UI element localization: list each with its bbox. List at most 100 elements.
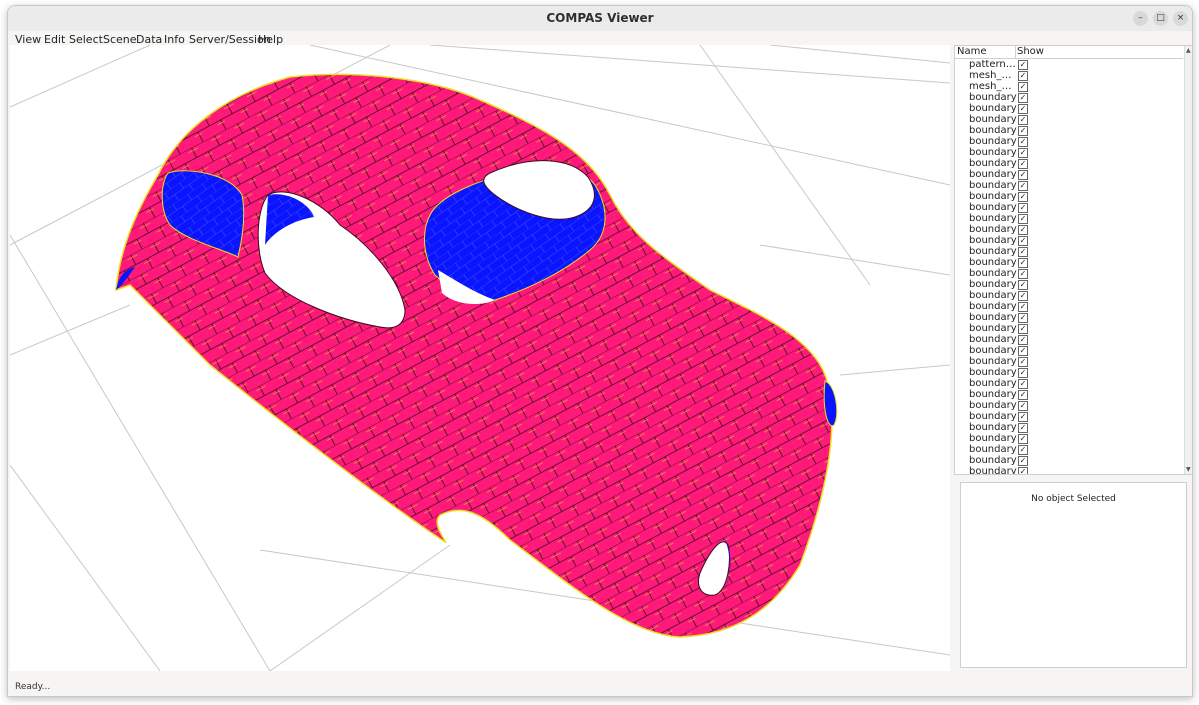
tree-row-name: boundary: [969, 235, 1017, 246]
show-checkbox[interactable]: ✓: [1018, 357, 1028, 367]
tree-row[interactable]: boundary ✓: [955, 158, 1183, 169]
tree-row[interactable]: boundary ✓: [955, 125, 1183, 136]
show-checkbox[interactable]: ✓: [1018, 148, 1028, 158]
column-divider[interactable]: [1015, 46, 1016, 58]
show-checkbox[interactable]: ✓: [1018, 71, 1028, 81]
tree-row[interactable]: boundary ✓: [955, 213, 1183, 224]
show-checkbox[interactable]: ✓: [1018, 115, 1028, 125]
show-checkbox[interactable]: ✓: [1018, 159, 1028, 169]
tree-row[interactable]: boundary ✓: [955, 268, 1183, 279]
show-checkbox[interactable]: ✓: [1018, 423, 1028, 433]
tree-row[interactable]: boundary ✓: [955, 356, 1183, 367]
show-checkbox[interactable]: ✓: [1018, 434, 1028, 444]
show-checkbox[interactable]: ✓: [1018, 93, 1028, 103]
tree-row[interactable]: boundary ✓: [955, 114, 1183, 125]
show-checkbox[interactable]: ✓: [1018, 137, 1028, 147]
show-checkbox[interactable]: ✓: [1018, 390, 1028, 400]
show-checkbox[interactable]: ✓: [1018, 324, 1028, 334]
tree-row-name: boundary: [969, 114, 1017, 125]
tree-row[interactable]: boundary ✓: [955, 235, 1183, 246]
tree-row[interactable]: mesh_m… ✓: [955, 81, 1183, 92]
name-column-header[interactable]: Name: [957, 46, 987, 57]
tree-row[interactable]: boundary ✓: [955, 290, 1183, 301]
show-checkbox[interactable]: ✓: [1018, 126, 1028, 136]
title-bar[interactable]: COMPAS Viewer – □ ×: [8, 6, 1192, 32]
tree-row[interactable]: boundary ✓: [955, 466, 1183, 474]
tree-row[interactable]: boundary ✓: [955, 279, 1183, 290]
close-button[interactable]: ×: [1173, 11, 1188, 26]
show-checkbox[interactable]: ✓: [1018, 269, 1028, 279]
tree-row-name: boundary: [969, 191, 1017, 202]
tree-row-name: boundary: [969, 257, 1017, 268]
show-checkbox[interactable]: ✓: [1018, 401, 1028, 411]
show-checkbox[interactable]: ✓: [1018, 445, 1028, 455]
show-checkbox[interactable]: ✓: [1018, 236, 1028, 246]
show-column-header[interactable]: Show: [1017, 46, 1044, 57]
tree-row[interactable]: boundary ✓: [955, 191, 1183, 202]
tree-row[interactable]: boundary ✓: [955, 455, 1183, 466]
tree-row[interactable]: boundary ✓: [955, 345, 1183, 356]
tree-row[interactable]: boundary ✓: [955, 389, 1183, 400]
show-checkbox[interactable]: ✓: [1018, 467, 1028, 474]
tree-row[interactable]: boundary ✓: [955, 323, 1183, 334]
show-checkbox[interactable]: ✓: [1018, 291, 1028, 301]
tree-row[interactable]: boundary ✓: [955, 444, 1183, 455]
show-checkbox[interactable]: ✓: [1018, 203, 1028, 213]
show-checkbox[interactable]: ✓: [1018, 368, 1028, 378]
show-checkbox[interactable]: ✓: [1018, 280, 1028, 290]
tree-row[interactable]: boundary ✓: [955, 180, 1183, 191]
tree-row[interactable]: boundary ✓: [955, 334, 1183, 345]
show-checkbox[interactable]: ✓: [1018, 379, 1028, 389]
show-checkbox[interactable]: ✓: [1018, 170, 1028, 180]
show-checkbox[interactable]: ✓: [1018, 225, 1028, 235]
tree-row[interactable]: boundary ✓: [955, 433, 1183, 444]
tree-row-name: boundary: [969, 356, 1017, 367]
show-checkbox[interactable]: ✓: [1018, 214, 1028, 224]
tree-row[interactable]: boundary ✓: [955, 411, 1183, 422]
show-checkbox[interactable]: ✓: [1018, 181, 1028, 191]
tree-row[interactable]: boundary ✓: [955, 378, 1183, 389]
tree-row[interactable]: boundary ✓: [955, 367, 1183, 378]
scroll-up-icon[interactable]: ▲: [1186, 47, 1191, 54]
show-checkbox[interactable]: ✓: [1018, 335, 1028, 345]
tree-row[interactable]: boundary ✓: [955, 136, 1183, 147]
tree-row[interactable]: boundary ✓: [955, 169, 1183, 180]
tree-row-name: boundary: [969, 202, 1017, 213]
tree-row[interactable]: boundary ✓: [955, 202, 1183, 213]
tree-row[interactable]: boundary ✓: [955, 312, 1183, 323]
tree-row[interactable]: boundary ✓: [955, 92, 1183, 103]
show-checkbox[interactable]: ✓: [1018, 82, 1028, 92]
show-checkbox[interactable]: ✓: [1018, 302, 1028, 312]
tree-row[interactable]: boundary ✓: [955, 257, 1183, 268]
scene-tree-panel[interactable]: Name Show pattern2d ✓ mesh_m… ✓ mesh_m… ✓ boun…: [954, 45, 1192, 475]
show-checkbox[interactable]: ✓: [1018, 412, 1028, 422]
tree-row-name: boundary: [969, 290, 1017, 301]
show-checkbox[interactable]: ✓: [1018, 456, 1028, 466]
scroll-down-icon[interactable]: ▼: [1186, 466, 1191, 473]
tree-row[interactable]: boundary ✓: [955, 147, 1183, 158]
show-checkbox[interactable]: ✓: [1018, 60, 1028, 70]
tree-row[interactable]: mesh_m… ✓: [955, 70, 1183, 81]
tree-row[interactable]: boundary ✓: [955, 400, 1183, 411]
tree-row-name: mesh_m…: [969, 70, 1017, 81]
maximize-button[interactable]: □: [1153, 11, 1168, 26]
tree-row[interactable]: boundary ✓: [955, 103, 1183, 114]
minimize-button[interactable]: –: [1133, 11, 1148, 26]
tree-scrollbar[interactable]: ▲ ▼: [1184, 46, 1192, 474]
show-checkbox[interactable]: ✓: [1018, 192, 1028, 202]
tree-row[interactable]: boundary ✓: [955, 422, 1183, 433]
show-checkbox[interactable]: ✓: [1018, 247, 1028, 257]
tree-row-name: boundary: [969, 180, 1017, 191]
tree-row[interactable]: pattern2d ✓: [955, 59, 1183, 70]
show-checkbox[interactable]: ✓: [1018, 104, 1028, 114]
tree-row-name: boundary: [969, 345, 1017, 356]
tree-row[interactable]: boundary ✓: [955, 301, 1183, 312]
tree-row[interactable]: boundary ✓: [955, 224, 1183, 235]
show-checkbox[interactable]: ✓: [1018, 313, 1028, 323]
show-checkbox[interactable]: ✓: [1018, 258, 1028, 268]
show-checkbox[interactable]: ✓: [1018, 346, 1028, 356]
tree-row-name: boundary: [969, 224, 1017, 235]
3d-viewport[interactable]: [10, 45, 950, 671]
tree-row[interactable]: boundary ✓: [955, 246, 1183, 257]
scene-canvas: [10, 45, 950, 671]
